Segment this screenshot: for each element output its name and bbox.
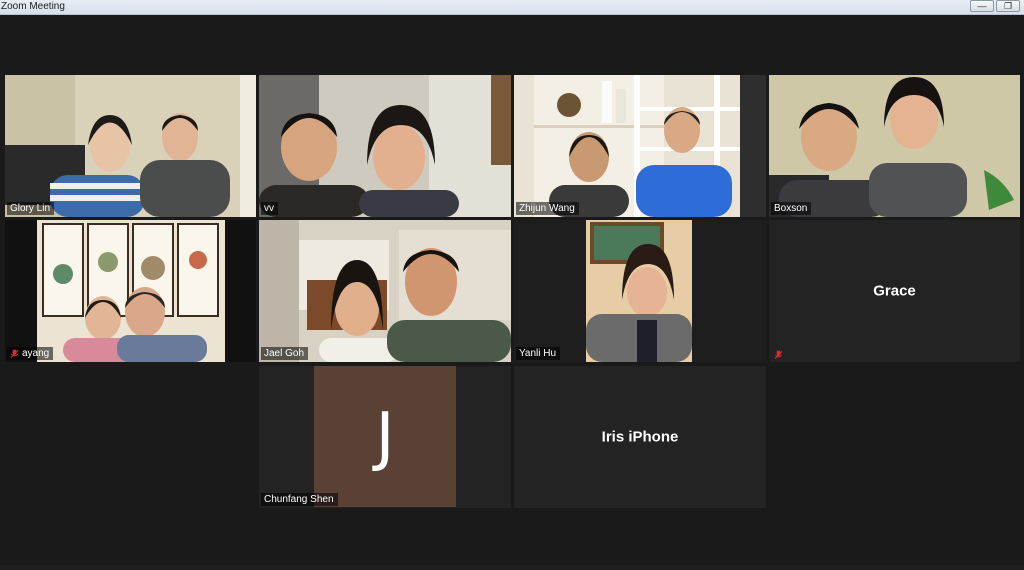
- restore-button[interactable]: ❐: [996, 0, 1020, 12]
- participant-video: [769, 75, 1020, 217]
- minimize-button[interactable]: —: [970, 0, 994, 12]
- participant-name: Boxson: [774, 203, 808, 214]
- participant-name: Glory Lin: [10, 203, 51, 214]
- participant-name-tag: Jael Goh: [261, 347, 309, 360]
- participant-tile-jael-goh[interactable]: Jael Goh: [259, 220, 511, 362]
- participant-tile-vv[interactable]: vv: [259, 75, 511, 217]
- participant-tile-yanli-hu[interactable]: Yanli Hu: [514, 220, 766, 362]
- participant-name: Zhijun Wang: [519, 203, 575, 214]
- participant-name: Jael Goh: [264, 348, 305, 359]
- participant-tile-ayang[interactable]: ayang: [5, 220, 256, 362]
- participant-video: [259, 220, 511, 362]
- participant-name-tag: ayang: [7, 347, 54, 360]
- participant-tile-glory-lin[interactable]: Glory Lin: [5, 75, 256, 217]
- participant-name: Chunfang Shen: [264, 494, 334, 505]
- participant-name-tag: Chunfang Shen: [261, 493, 338, 506]
- participant-video: [5, 220, 256, 362]
- participant-avatar: J: [314, 366, 456, 507]
- participant-name: vv: [264, 203, 274, 214]
- participant-video: [259, 75, 511, 217]
- participant-video: [5, 75, 256, 217]
- participant-name-tag: Boxson: [771, 202, 812, 215]
- participant-tile-zhijun-wang[interactable]: Zhijun Wang: [514, 75, 766, 217]
- participant-name: ayang: [22, 348, 50, 359]
- participant-video: [514, 220, 766, 362]
- participant-name: Yanli Hu: [519, 348, 557, 359]
- bottom-edge: [0, 565, 1024, 570]
- participant-video: [514, 75, 766, 217]
- participant-name-tag: Zhijun Wang: [516, 202, 579, 215]
- muted-mic-icon: [10, 349, 19, 358]
- participant-display-name: Iris iPhone: [601, 428, 679, 446]
- participant-tile-iris-iphone[interactable]: Iris iPhone: [514, 366, 766, 508]
- window-titlebar: Zoom Meeting — ❐: [0, 0, 1024, 15]
- participant-name-tag: [771, 350, 787, 360]
- participant-name-tag: Yanli Hu: [516, 347, 561, 360]
- participant-display-name: Grace: [873, 282, 916, 300]
- participant-name-tag: Glory Lin: [7, 202, 55, 215]
- participant-tile-chunfang-shen[interactable]: J Chunfang Shen: [259, 366, 511, 508]
- window-title: Zoom Meeting: [1, 1, 65, 12]
- participant-name-tag: vv: [261, 202, 278, 215]
- muted-mic-icon: [774, 350, 783, 359]
- participant-tile-boxson[interactable]: Boxson: [769, 75, 1020, 217]
- participant-tile-grace[interactable]: Grace: [769, 220, 1020, 362]
- gallery-view: Glory Lin vv Zhijun Wang Boxson ayang Ja…: [0, 15, 1024, 570]
